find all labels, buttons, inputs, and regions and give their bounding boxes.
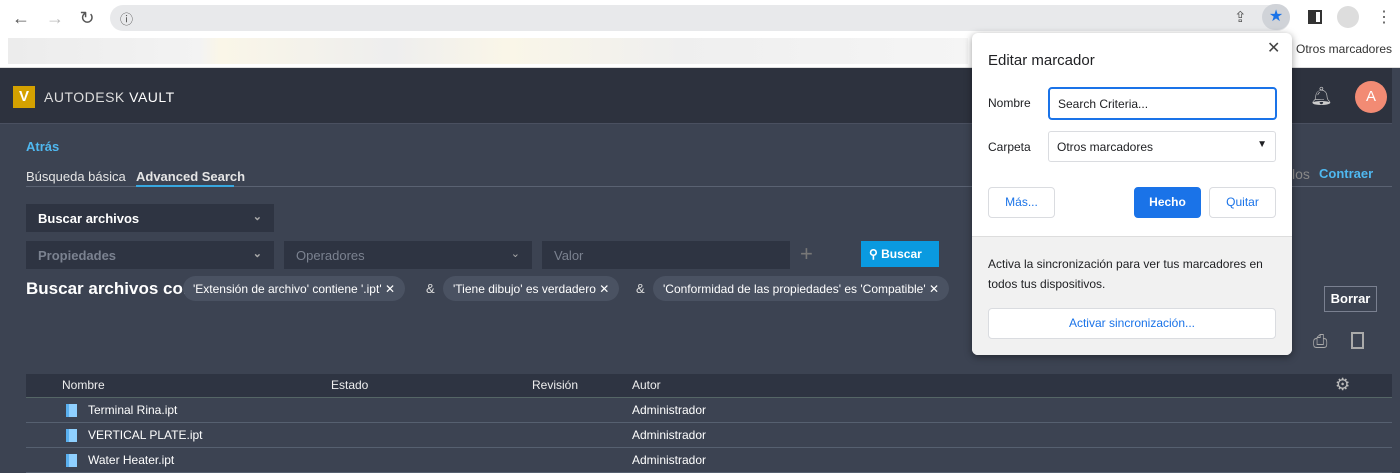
operators-select[interactable]: Operadores ⌄ [284, 241, 532, 269]
and-operator: & [426, 281, 435, 296]
close-icon[interactable]: ✕ [1267, 38, 1280, 58]
tab-basic-search[interactable]: Búsqueda básica [26, 169, 126, 184]
active-tab-indicator [136, 185, 234, 187]
column-header-status[interactable]: Estado [331, 378, 368, 392]
criteria-chip: 'Conformidad de las propiedades' es 'Com… [653, 276, 950, 301]
folder-label: Carpeta [988, 140, 1031, 154]
file-name[interactable]: VERTICAL PLATE.ipt [88, 428, 203, 442]
search-type-value: Buscar archivos [38, 211, 140, 226]
chip-text: 'Extensión de archivo' contiene '.ipt' [193, 282, 382, 296]
collapse-link[interactable]: Contraer [1319, 166, 1373, 181]
and-operator: & [636, 281, 645, 296]
dialog-title: Editar marcador [988, 52, 1095, 69]
reload-icon[interactable]: ↻ [76, 8, 98, 29]
file-name[interactable]: Terminal Rina.ipt [88, 403, 177, 417]
more-button[interactable]: Más... [988, 187, 1055, 218]
brand-prefix: AUTODESK [44, 89, 125, 105]
address-bar[interactable]: ⓘ [110, 5, 1290, 31]
sync-text: Activa la sincronización para ver tus ma… [988, 257, 1263, 291]
value-input[interactable]: Valor [542, 241, 790, 269]
column-header-name[interactable]: Nombre [62, 378, 105, 392]
properties-placeholder: Propiedades [38, 248, 117, 263]
brand-title: AUTODESK VAULT [44, 89, 175, 105]
column-header-author[interactable]: Autor [632, 378, 661, 392]
dropdown-arrow-icon: ▼ [1257, 139, 1267, 150]
remove-chip-icon[interactable]: ✕ [385, 282, 395, 296]
gear-icon[interactable]: ⚙ [1335, 375, 1350, 395]
print-icon[interactable]: ⎙ [1313, 331, 1327, 352]
part-file-icon [66, 429, 77, 442]
table-header [26, 374, 1392, 398]
search-type-select[interactable]: Buscar archivos ⌄ [26, 204, 274, 232]
forward-arrow-icon[interactable]: → [44, 8, 66, 29]
share-icon[interactable]: ⇪ [1234, 8, 1247, 26]
table-row[interactable]: Terminal Rina.ipt Administrador [26, 398, 1392, 423]
back-link[interactable]: Atrás [26, 139, 59, 154]
brand-name: VAULT [129, 89, 175, 105]
part-file-icon [66, 454, 77, 467]
back-arrow-icon[interactable]: ← [10, 8, 32, 29]
folder-select[interactable]: Otros marcadores ▼ [1048, 131, 1276, 162]
column-header-revision[interactable]: Revisión [532, 378, 578, 392]
part-file-icon [66, 404, 77, 417]
done-button[interactable]: Hecho [1134, 187, 1201, 218]
site-info-icon[interactable]: ⓘ [120, 9, 133, 28]
remove-chip-icon[interactable]: ✕ [929, 282, 939, 296]
value-placeholder: Valor [554, 248, 584, 263]
name-input[interactable]: Search Criteria... [1048, 87, 1277, 120]
chip-text: 'Conformidad de las propiedades' es 'Com… [663, 282, 926, 296]
file-name[interactable]: Water Heater.ipt [88, 453, 174, 467]
scrollbar[interactable] [1392, 68, 1400, 473]
partial-link[interactable]: los [1292, 166, 1310, 182]
sync-section: Activa la sincronización para ver tus ma… [972, 236, 1292, 355]
bell-icon[interactable]: 🔔︎ [1310, 86, 1333, 107]
side-panel-icon[interactable] [1308, 10, 1322, 24]
criteria-chip: 'Extensión de archivo' contiene '.ipt' ✕ [183, 276, 406, 301]
add-criteria-icon[interactable]: + [800, 241, 813, 267]
edit-bookmark-dialog: Editar marcador ✕ Nombre Search Criteria… [972, 33, 1292, 355]
profile-icon[interactable] [1337, 6, 1359, 28]
file-author: Administrador [632, 403, 707, 417]
remove-chip-icon[interactable]: ✕ [599, 282, 609, 296]
search-button[interactable]: ⚲ Buscar [861, 241, 939, 267]
search-icon: ⚲ [869, 247, 878, 261]
table-row[interactable]: Water Heater.ipt Administrador [26, 448, 1392, 473]
operators-placeholder: Operadores [296, 248, 365, 263]
criteria-label: Buscar archivos con [26, 279, 194, 298]
menu-dots-icon[interactable]: ⋮ [1376, 7, 1392, 27]
folder-value: Otros marcadores [1057, 140, 1154, 154]
chip-text: 'Tiene dibujo' es verdadero [453, 282, 596, 296]
search-button-label: Buscar [881, 247, 922, 261]
enable-sync-button[interactable]: Activar sincronización... [988, 308, 1276, 339]
file-author: Administrador [632, 453, 707, 467]
chevron-down-icon: ⌄ [252, 211, 262, 223]
clear-button[interactable]: Borrar [1324, 286, 1377, 312]
other-bookmarks[interactable]: Otros marcadores [1296, 42, 1392, 56]
criteria-chip: 'Tiene dibujo' es verdadero ✕ [443, 276, 620, 301]
table-row[interactable]: VERTICAL PLATE.ipt Administrador [26, 423, 1392, 448]
bookmark-items[interactable] [8, 38, 968, 64]
remove-button[interactable]: Quitar [1209, 187, 1276, 218]
tab-advanced-search[interactable]: Advanced Search [136, 169, 245, 184]
name-label: Nombre [988, 96, 1031, 110]
chevron-down-icon: ⌄ [252, 248, 262, 260]
properties-select[interactable]: Propiedades ⌄ [26, 241, 274, 269]
avatar[interactable]: A [1355, 81, 1387, 113]
chevron-down-icon: ⌄ [510, 248, 520, 260]
column-chooser-icon[interactable] [1351, 332, 1364, 349]
file-author: Administrador [632, 428, 707, 442]
vault-logo: V [13, 86, 35, 108]
name-value: Search Criteria... [1058, 97, 1149, 111]
bookmark-star-icon[interactable]: ★ [1262, 4, 1290, 30]
